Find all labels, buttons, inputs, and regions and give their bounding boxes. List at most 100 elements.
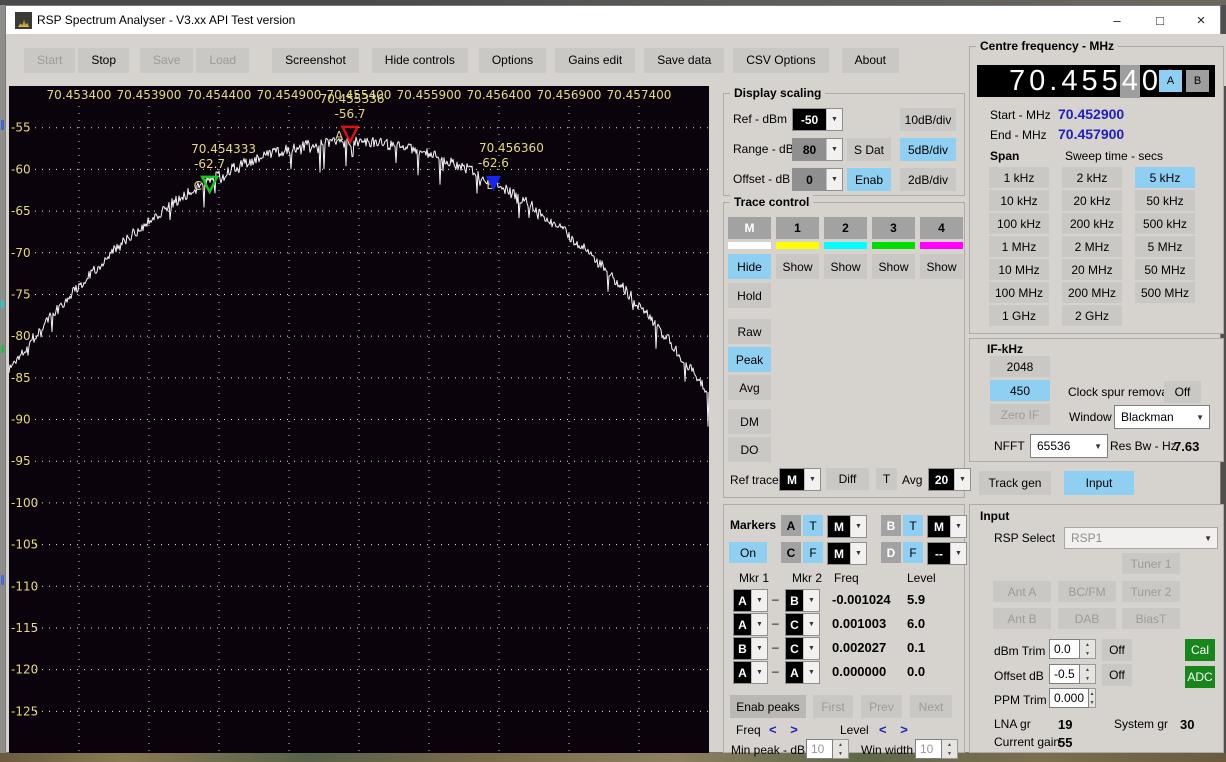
tuner-2-button[interactable]: Tuner 2 [1122,581,1180,602]
dm-button[interactable]: DM [728,409,771,434]
5dB-div-button[interactable]: 5dB/div [900,138,956,161]
spinner-arrows[interactable]: ▲ ▼ [1089,688,1096,708]
ds-offset-db-combo[interactable]: 0 ▼ [792,168,843,191]
span-500-mhz-button[interactable]: 500 MHz [1135,282,1195,303]
track-gen-button[interactable]: Track gen [979,471,1051,495]
do-button[interactable]: DO [728,437,771,462]
chevron-down-icon[interactable]: ▼ [1094,442,1102,451]
delta-row-1-mkr2-combo[interactable]: C ▼ [785,613,820,636]
chevron-down-icon[interactable]: ▼ [826,169,842,190]
clock-spur-off-button[interactable]: Off [1164,381,1201,403]
start-button[interactable]: Start [24,47,76,73]
save-data-button[interactable]: Save data [644,47,725,73]
min-peak-spinner[interactable]: 10 ▲ ▼ [806,739,849,759]
marker-B-tf-button[interactable]: T [903,515,923,536]
trace-4-header-button[interactable]: 4 [920,217,963,239]
enab-button[interactable]: Enab [847,168,891,191]
spectrum-plot[interactable]: 70.453400 70.453900 70.454400 70.454900 70.4… [8,86,710,753]
2dB-div-button[interactable]: 2dB/div [900,168,956,191]
chevron-down-icon[interactable]: ▼ [954,469,970,490]
offset-db-spinner[interactable]: -0.5 ▲ ▼ [1049,664,1096,684]
trace-1-header-button[interactable]: 1 [776,217,819,239]
diff-button[interactable]: Diff [826,468,869,490]
span-50-khz-button[interactable]: 50 kHz [1135,190,1195,211]
if-450-button[interactable]: 450 [990,380,1050,401]
if-2048-button[interactable]: 2048 [990,356,1050,377]
screenshot-button[interactable]: Screenshot [272,47,359,73]
span-20-khz-button[interactable]: 20 kHz [1062,190,1122,211]
avg-button[interactable]: Avg [728,375,771,400]
marker-C-trace-combo[interactable]: M ▼ [827,542,867,565]
chevron-down-icon[interactable]: ▼ [804,469,820,490]
nfft-combo[interactable]: 65536 ▼ [1030,434,1108,458]
ppm-trim-spinner[interactable]: 0.000 ▲ ▼ [1049,688,1096,708]
delta-row-3-mkr2-combo[interactable]: A ▼ [785,661,820,684]
span-100-khz-button[interactable]: 100 kHz [989,213,1049,234]
freq-digit[interactable]: 4 [1059,65,1079,98]
s-dat-button[interactable]: S Dat [847,138,891,161]
win-width-spinner[interactable]: 10 ▲ ▼ [915,739,958,759]
delta-row-2-mkr2-combo[interactable]: C ▼ [785,637,820,660]
marker-A-tf-button[interactable]: T [803,515,823,536]
markers-on-button[interactable]: On [729,542,767,563]
about-button[interactable]: About [841,47,899,73]
freq-digit[interactable]: 7 [1007,65,1027,98]
t-button[interactable]: T [876,468,897,490]
marker-B-button[interactable]: B [881,515,901,536]
spectrum-svg[interactable]: 70.453400 70.453900 70.454400 70.454900 70.4… [8,86,710,753]
chevron-down-icon[interactable]: ▼ [1196,413,1204,422]
avg-combo[interactable]: 20 ▼ [928,468,971,491]
frequency-display[interactable]: 70.455400 A B [977,64,1215,98]
chevron-down-icon[interactable]: ▼ [850,543,866,564]
delta-row-0-mkr2-combo[interactable]: B ▼ [785,589,820,612]
spinner-arrows[interactable]: ▲ ▼ [1080,664,1096,684]
span-200-mhz-button[interactable]: 200 MHz [1062,282,1122,303]
trace-2-show-button[interactable]: Show [824,254,867,279]
minimize-button[interactable]: – [1100,6,1134,34]
chevron-down-icon[interactable]: ▼ [826,139,842,160]
freq-b-button[interactable]: B [1186,70,1209,92]
span-2-khz-button[interactable]: 2 kHz [1062,167,1122,188]
chevron-down-icon[interactable]: ▼ [751,614,767,635]
trace-4-show-button[interactable]: Show [920,254,963,279]
spinner-arrows[interactable]: ▲ ▼ [942,739,958,759]
bc-fm-button[interactable]: BC/FM [1058,581,1116,602]
marker-C-button[interactable]: C [781,542,801,563]
if-zero-if-button[interactable]: Zero IF [990,404,1050,425]
marker-B-trace-combo[interactable]: M ▼ [927,515,967,538]
trace-1-show-button[interactable]: Show [776,254,819,279]
next-button[interactable]: Next [910,695,952,718]
stop-button[interactable]: Stop [78,47,130,73]
chevron-down-icon[interactable]: ▼ [751,590,767,611]
maximize-button[interactable]: □ [1143,6,1177,34]
chevron-down-icon[interactable]: ▼ [950,516,966,537]
csv-options-button[interactable]: CSV Options [733,47,829,73]
load-button[interactable]: Load [196,47,250,73]
input-mode-button[interactable]: Input [1064,471,1134,495]
ant-a-button[interactable]: Ant A [993,581,1051,602]
ant-b-button[interactable]: Ant B [993,608,1051,629]
first-button[interactable]: First [813,695,853,718]
span-2-ghz-button[interactable]: 2 GHz [1062,305,1122,326]
span-500-khz-button[interactable]: 500 kHz [1135,213,1195,234]
ds-ref-dbm-combo[interactable]: -50 ▼ [792,108,843,131]
level-step-buttons[interactable]: < > [879,722,913,737]
biast-button[interactable]: BiasT [1122,608,1180,629]
dbm-trim-spinner[interactable]: 0.0 ▲ ▼ [1049,639,1096,659]
gains-edit-button[interactable]: Gains edit [555,47,636,73]
span-100-mhz-button[interactable]: 100 MHz [989,282,1049,303]
span-5-khz-button[interactable]: 5 kHz [1135,167,1195,188]
delta-row-0-mkr1-combo[interactable]: A ▼ [733,589,768,612]
freq-step-buttons[interactable]: < > [769,722,803,737]
10dB-div-button[interactable]: 10dB/div [900,108,956,131]
freq-digit[interactable]: 4 [1119,64,1140,98]
trace-M-hide-button[interactable]: Hide [728,254,771,279]
delta-row-2-mkr1-combo[interactable]: B ▼ [733,637,768,660]
span-10-khz-button[interactable]: 10 kHz [989,190,1049,211]
chevron-down-icon[interactable]: ▼ [1204,534,1212,543]
ref-trace-combo[interactable]: M ▼ [779,468,821,491]
span-5-mhz-button[interactable]: 5 MHz [1135,236,1195,257]
rsp-select-combo[interactable]: RSP1 ▼ [1064,527,1218,549]
chevron-down-icon[interactable]: ▼ [950,543,966,564]
hold-button[interactable]: Hold [728,283,771,308]
